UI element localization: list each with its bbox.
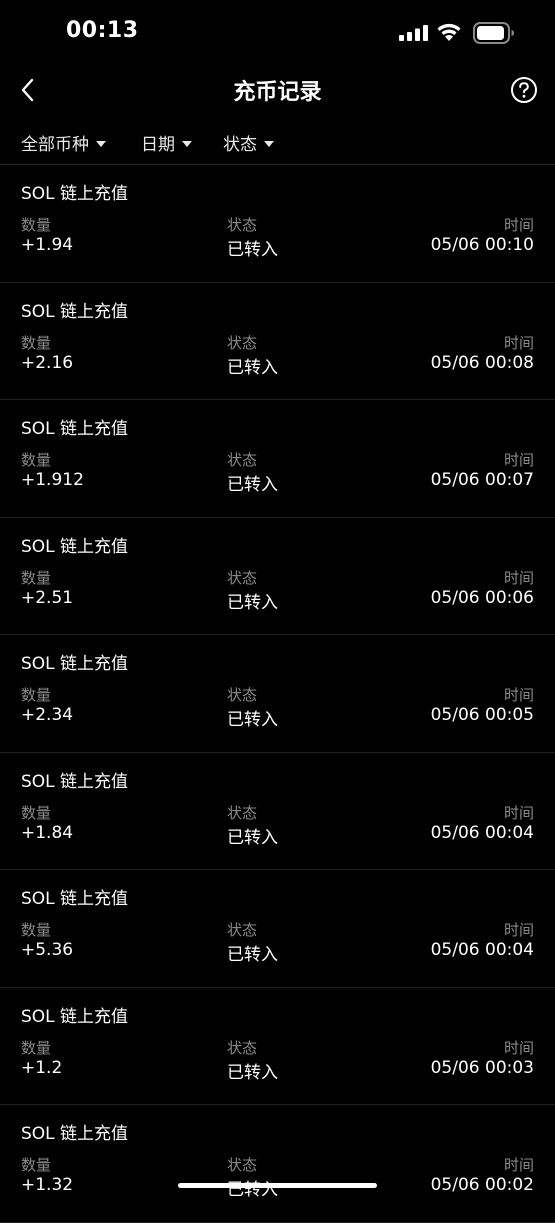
time-value: 05/06 00:10 bbox=[430, 235, 534, 255]
record-title: SOL 链上充值 bbox=[21, 536, 129, 557]
status-label: 状态 bbox=[227, 216, 258, 234]
caret-down-icon bbox=[182, 140, 192, 147]
record-title: SOL 链上充值 bbox=[21, 654, 129, 674]
status-value: 已转入 bbox=[227, 240, 278, 260]
cellular-signal-icon bbox=[399, 25, 428, 41]
time-label: 时间 bbox=[503, 1156, 534, 1174]
amount-value: +1.912 bbox=[21, 470, 84, 490]
time-label: 时间 bbox=[503, 1038, 534, 1057]
time-value: 05/06 00:08 bbox=[430, 352, 534, 373]
status-value: 已转入 bbox=[227, 827, 278, 848]
deposit-record[interactable]: SOL 链上充值 数量 状态 时间 +1.912 已转入 05/06 00:07 bbox=[0, 400, 555, 518]
deposit-record[interactable]: SOL 链上充值 数量 状态 时间 +5.36 已转入 05/06 00:04 bbox=[0, 870, 555, 988]
date-filter-label: 日期 bbox=[141, 135, 175, 155]
status-filter-dropdown[interactable]: 状态 bbox=[223, 130, 274, 155]
status-label: 状态 bbox=[227, 803, 258, 822]
status-label: 状态 bbox=[227, 921, 258, 939]
deposit-record[interactable]: SOL 链上充值 数量 状态 时间 +2.51 已转入 05/06 00:06 bbox=[0, 518, 555, 635]
amount-label: 数量 bbox=[21, 216, 52, 234]
deposit-record-list: SOL 链上充值 数量 状态 时间 +1.94 已转入 05/06 00:10 … bbox=[0, 165, 555, 1223]
amount-value: +1.94 bbox=[21, 235, 74, 255]
deposit-record[interactable]: SOL 链上充值 数量 状态 时间 +1.84 已转入 05/06 00:04 bbox=[0, 753, 555, 870]
amount-label: 数量 bbox=[21, 333, 52, 352]
time-value: 05/06 00:04 bbox=[430, 822, 534, 843]
time-label: 时间 bbox=[503, 568, 534, 587]
record-title: SOL 链上充值 bbox=[21, 1124, 129, 1144]
status-label: 状态 bbox=[227, 333, 258, 352]
status-filter-label: 状态 bbox=[223, 135, 257, 155]
status-label: 状态 bbox=[227, 686, 258, 704]
amount-label: 数量 bbox=[21, 803, 52, 822]
amount-value: +1.2 bbox=[21, 1057, 63, 1078]
amount-value: +1.32 bbox=[21, 1175, 74, 1195]
page-title: 充币记录 bbox=[233, 80, 322, 105]
caret-down-icon bbox=[264, 140, 274, 147]
amount-label: 数量 bbox=[21, 568, 52, 587]
status-value: 已转入 bbox=[227, 592, 278, 613]
status-bar: 00:13 bbox=[0, 0, 555, 66]
nav-bar: 充币记录 bbox=[0, 66, 555, 114]
time-label: 时间 bbox=[503, 686, 534, 704]
time-label: 时间 bbox=[503, 333, 534, 352]
battery-icon bbox=[473, 22, 514, 44]
wifi-icon bbox=[437, 23, 461, 41]
deposit-record[interactable]: SOL 链上充值 数量 状态 时间 +2.34 已转入 05/06 00:05 bbox=[0, 635, 555, 753]
time-value: 05/06 00:04 bbox=[430, 940, 534, 960]
amount-label: 数量 bbox=[21, 451, 52, 469]
coin-filter-label: 全部币种 bbox=[21, 135, 89, 155]
amount-value: +2.16 bbox=[21, 352, 74, 373]
time-value: 05/06 00:02 bbox=[430, 1175, 534, 1195]
time-label: 时间 bbox=[503, 451, 534, 469]
caret-down-icon bbox=[96, 140, 106, 147]
deposit-record[interactable]: SOL 链上充值 数量 状态 时间 +1.94 已转入 05/06 00:10 bbox=[0, 165, 555, 283]
status-time: 00:13 bbox=[66, 18, 139, 43]
amount-value: +5.36 bbox=[21, 940, 74, 960]
amount-value: +2.51 bbox=[21, 587, 74, 608]
amount-label: 数量 bbox=[21, 1038, 52, 1057]
record-title: SOL 链上充值 bbox=[21, 771, 129, 792]
home-indicator[interactable] bbox=[178, 1183, 377, 1188]
time-value: 05/06 00:07 bbox=[430, 470, 534, 490]
deposit-record[interactable]: SOL 链上充值 数量 状态 时间 +1.2 已转入 05/06 00:03 bbox=[0, 988, 555, 1105]
time-label: 时间 bbox=[503, 803, 534, 822]
record-title: SOL 链上充值 bbox=[21, 889, 129, 909]
coin-filter-dropdown[interactable]: 全部币种 bbox=[21, 130, 106, 155]
record-title: SOL 链上充值 bbox=[21, 1006, 129, 1027]
time-value: 05/06 00:05 bbox=[430, 705, 534, 725]
deposit-record[interactable]: SOL 链上充值 数量 状态 时间 +1.32 已转入 05/06 00:02 bbox=[0, 1105, 555, 1223]
status-label: 状态 bbox=[227, 1156, 258, 1174]
record-title: SOL 链上充值 bbox=[21, 184, 129, 204]
status-label: 状态 bbox=[227, 568, 258, 587]
amount-value: +2.34 bbox=[21, 705, 74, 725]
amount-label: 数量 bbox=[21, 686, 52, 704]
filter-bar: 全部币种 日期 状态 bbox=[0, 122, 555, 165]
time-value: 05/06 00:06 bbox=[430, 587, 534, 608]
record-title: SOL 链上充值 bbox=[21, 301, 129, 322]
time-label: 时间 bbox=[503, 216, 534, 234]
time-label: 时间 bbox=[503, 921, 534, 939]
amount-label: 数量 bbox=[21, 921, 52, 939]
status-value: 已转入 bbox=[227, 945, 278, 965]
status-value: 已转入 bbox=[227, 357, 278, 378]
status-value: 已转入 bbox=[227, 475, 278, 495]
amount-value: +1.84 bbox=[21, 822, 74, 843]
date-filter-dropdown[interactable]: 日期 bbox=[141, 130, 192, 155]
status-label: 状态 bbox=[227, 1038, 258, 1057]
record-title: SOL 链上充值 bbox=[21, 419, 129, 439]
question-circle-icon[interactable] bbox=[510, 76, 538, 104]
amount-label: 数量 bbox=[21, 1156, 52, 1174]
time-value: 05/06 00:03 bbox=[430, 1057, 534, 1078]
status-value: 已转入 bbox=[227, 1062, 278, 1083]
status-label: 状态 bbox=[227, 451, 258, 469]
status-value: 已转入 bbox=[227, 710, 278, 730]
deposit-record[interactable]: SOL 链上充值 数量 状态 时间 +2.16 已转入 05/06 00:08 bbox=[0, 283, 555, 400]
